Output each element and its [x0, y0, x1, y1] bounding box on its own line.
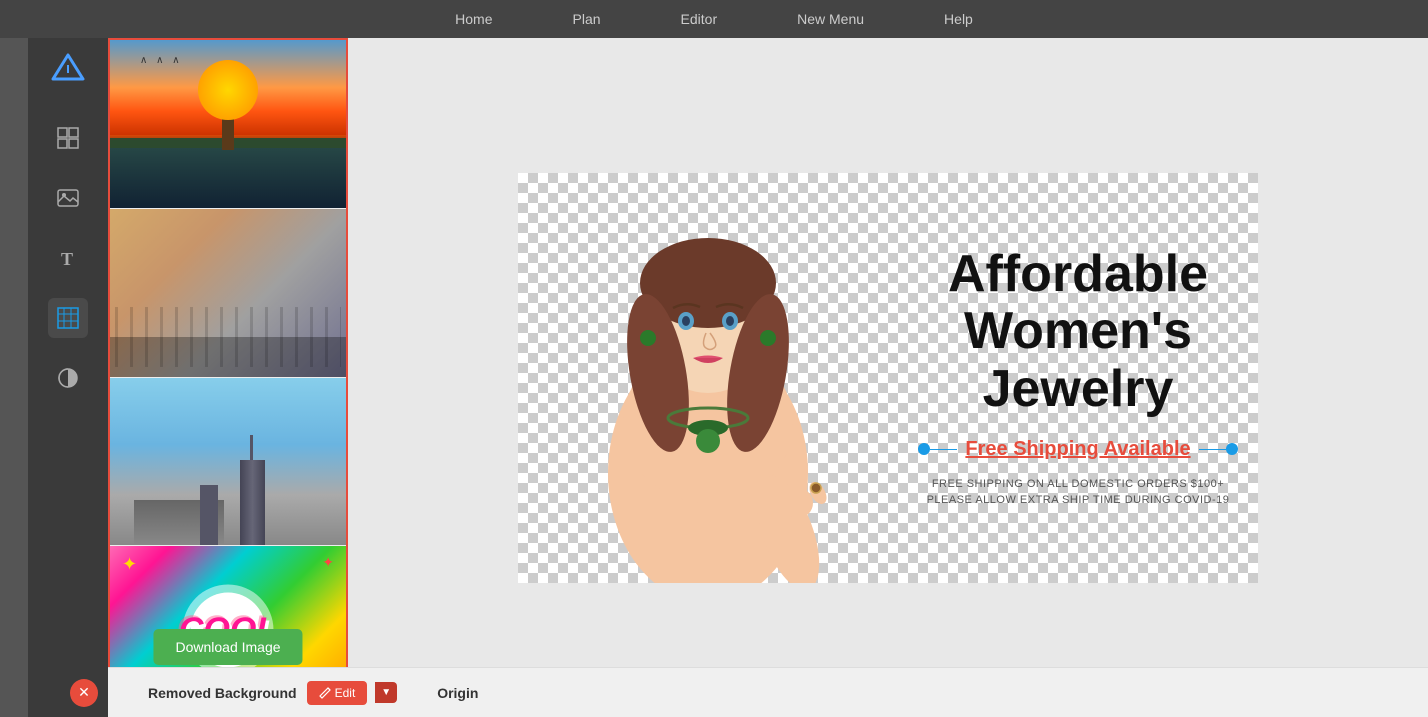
selection-line-left [930, 449, 957, 450]
origin-section: Origin [437, 685, 478, 701]
nav-help[interactable]: Help [944, 11, 973, 27]
text-icon[interactable]: T [48, 238, 88, 278]
shipping-label: Free Shipping Available [957, 438, 1198, 461]
small-text-content: FREE SHIPPING ON ALL DOMESTIC ORDERS $10… [927, 476, 1230, 509]
shipping-row[interactable]: Free Shipping Available [918, 438, 1238, 461]
text-section: Affordable Women's Jewelry Free Shipping… [898, 173, 1258, 583]
app-container: T [28, 38, 1428, 717]
edit-dropdown-button[interactable]: ▼ [375, 682, 397, 703]
image-icon[interactable] [48, 178, 88, 218]
download-button[interactable]: Download Image [153, 629, 302, 665]
nav-newmenu[interactable]: New Menu [797, 11, 864, 27]
nav-editor[interactable]: Editor [681, 11, 718, 27]
thumbnail-buildings[interactable] [110, 378, 346, 547]
svg-text:T: T [61, 249, 73, 269]
app-logo[interactable] [48, 48, 88, 88]
selection-handle-left [918, 443, 930, 455]
bottom-bar: ✕ Removed Background Edit ▼ Origin [108, 667, 1428, 717]
removed-bg-label: Removed Background [148, 685, 297, 701]
thumbnail-sunset[interactable]: ∧ ∧ ∧ [110, 40, 346, 209]
nav-home[interactable]: Home [455, 11, 492, 27]
origin-label: Origin [437, 685, 478, 701]
banner-design: Affordable Women's Jewelry Free Shipping… [518, 173, 1258, 583]
image-panel: ∧ ∧ ∧ [108, 38, 348, 717]
nav-plan[interactable]: Plan [573, 11, 601, 27]
selection-handle-right [1226, 443, 1238, 455]
adjust-icon[interactable] [48, 358, 88, 398]
thumbnail-crowd[interactable] [110, 209, 346, 378]
icon-sidebar: T [28, 38, 108, 717]
removed-bg-section: Removed Background Edit ▼ [148, 681, 397, 705]
main-canvas[interactable]: Affordable Women's Jewelry Free Shipping… [348, 38, 1428, 717]
top-navigation: Home Plan Editor New Menu Help [0, 0, 1428, 38]
grid-icon[interactable] [48, 118, 88, 158]
close-button[interactable]: ✕ [70, 679, 98, 707]
edit-button[interactable]: Edit [307, 681, 368, 705]
woman-image [518, 173, 918, 583]
selection-line-right [1199, 449, 1226, 450]
banner-title: Affordable Women's Jewelry [918, 246, 1238, 418]
pattern-icon[interactable] [48, 298, 88, 338]
